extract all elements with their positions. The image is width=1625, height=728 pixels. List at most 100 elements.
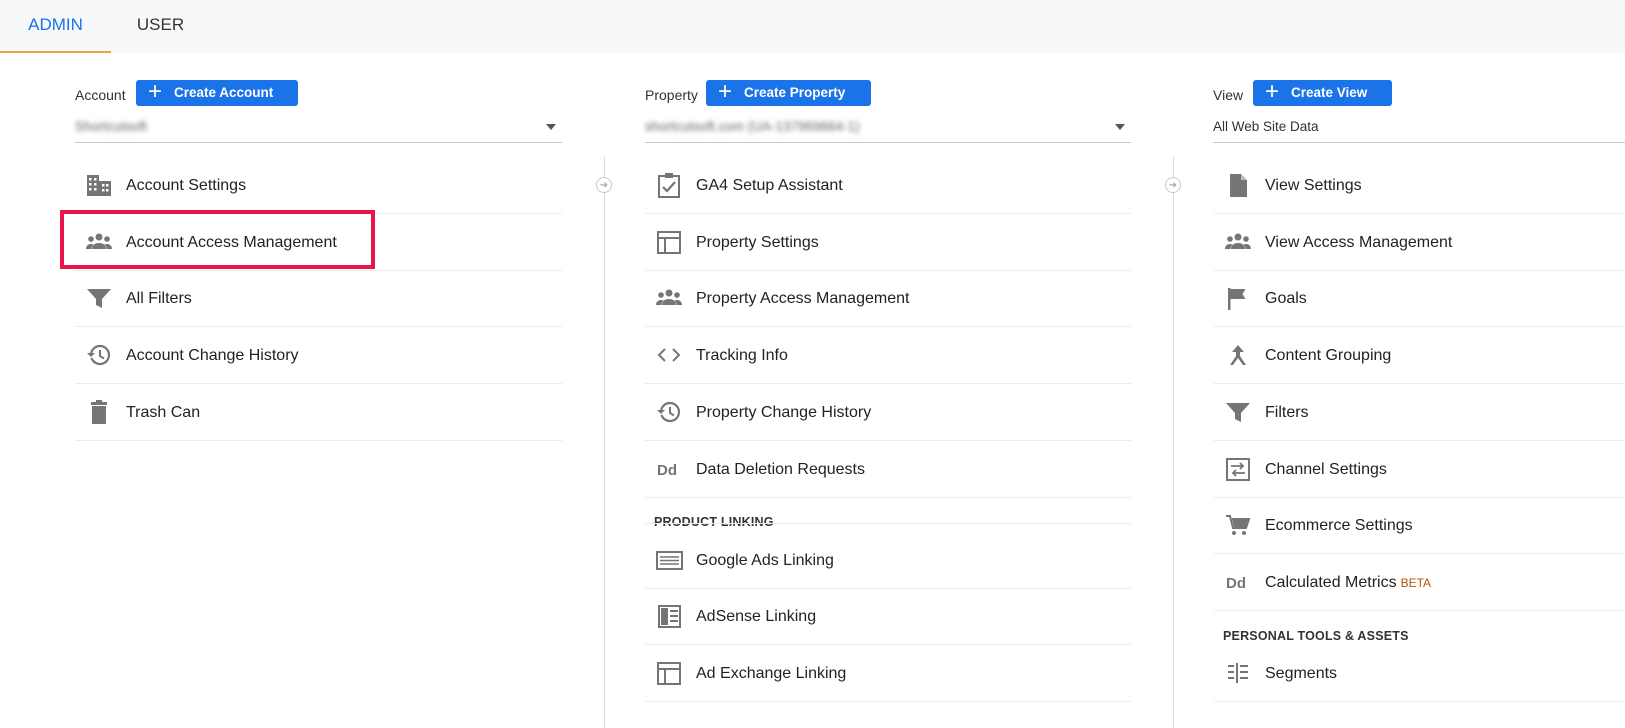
filter-icon [85,285,111,311]
column-divider [1173,157,1174,728]
menu-item-label: Filters [1265,404,1309,421]
menu-item-property-access-management[interactable]: Property Access Management [645,270,1131,327]
filter-icon [1224,399,1250,425]
property-selector[interactable]: shortcutsoft.com (UA-137969664-1) [645,116,1131,143]
menu-item-content-grouping[interactable]: Content Grouping [1214,327,1625,384]
menu-item-label: Segments [1265,665,1338,682]
view-selector[interactable]: All Web Site Data [1213,116,1625,143]
arrow-right-icon: ➜ [1165,177,1181,193]
svg-text:Dd: Dd [657,462,677,479]
menu-item-label: Property Settings [696,234,819,251]
beta-badge: BETA [1400,576,1432,590]
channel-icon [1224,456,1250,482]
menu-item-label: View Settings [1265,177,1362,194]
menu-item-label: Channel Settings [1265,461,1387,478]
menu-item-ga4-setup-assistant[interactable]: GA4 Setup Assistant [645,157,1131,214]
trash-icon [85,399,111,425]
history-icon [85,342,111,368]
create-account-label: Create Account [174,85,274,100]
menu-item-view-settings[interactable]: View Settings [1214,157,1625,214]
checklist-icon [655,172,681,198]
layout-icon [655,660,681,686]
adsense-icon [655,603,681,629]
property-selector-value: shortcutsoft.com (UA-137969664-1) [645,119,860,134]
menu-item-label: Tracking Info [696,347,788,364]
menu-item-ad-exchange-linking[interactable]: Ad Exchange Linking [645,645,1131,702]
plus-icon: + [718,78,733,105]
menu-item-adsense-linking[interactable]: AdSense Linking [645,588,1131,645]
menu-item-tracking-info[interactable]: Tracking Info [645,327,1131,384]
people-icon [655,285,682,311]
menu-item-channel-settings[interactable]: Channel Settings [1214,441,1625,498]
create-property-label: Create Property [744,85,846,100]
create-property-button[interactable]: + Create Property [706,80,871,106]
view-label: View [1213,87,1244,103]
menu-item-label: GA4 Setup Assistant [696,177,843,194]
create-view-button[interactable]: + Create View [1253,80,1392,106]
menu-item-trash-can[interactable]: Trash Can [75,384,562,441]
menu-item-label: AdSense Linking [696,608,817,625]
top-tab-bar: ADMIN USER [0,0,1625,53]
menu-item-google-ads-linking[interactable]: Google Ads Linking [645,532,1131,589]
svg-text:Dd: Dd [1226,575,1246,592]
create-account-button[interactable]: + Create Account [136,80,298,106]
menu-item-goals[interactable]: Goals [1214,270,1625,327]
menu-item-label: Account Settings [126,177,247,194]
segments-icon [1224,660,1250,686]
menu-item-data-deletion-requests[interactable]: Dd Data Deletion Requests [645,441,1131,498]
view-selector-value: All Web Site Data [1213,119,1319,134]
dd-icon: Dd [655,456,681,482]
section-divider [645,523,1131,524]
highlight-box [60,210,375,269]
menu-item-label: Content Grouping [1265,347,1392,364]
plus-icon: + [1265,78,1280,105]
section-title-product-linking: PRODUCT LINKING [654,515,774,529]
column-divider [604,157,605,728]
menu-item-filters[interactable]: Filters [1214,384,1625,441]
building-icon [85,172,111,198]
menu-item-label: Calculated Metrics BETA [1265,554,1431,612]
cart-icon [1224,512,1251,538]
flag-icon [1224,285,1250,311]
menu-item-segments[interactable]: Segments [1214,645,1625,702]
plus-icon: + [148,78,163,105]
menu-item-label: Property Access Management [696,290,910,307]
people-icon [1224,229,1251,255]
property-label: Property [645,87,698,103]
menu-item-all-filters[interactable]: All Filters [75,270,562,327]
account-label: Account [75,87,126,103]
menu-item-label: Goals [1265,290,1307,307]
chevron-down-icon [1115,124,1125,130]
account-selector[interactable]: Shortcutsoft [75,116,562,143]
menu-item-property-settings[interactable]: Property Settings [645,214,1131,271]
menu-item-label: Ad Exchange Linking [696,665,847,682]
ads-icon [655,547,683,573]
menu-item-label: Ecommerce Settings [1265,517,1413,534]
menu-item-calculated-metrics[interactable]: Dd Calculated Metrics BETA [1214,554,1625,611]
menu-item-label: Trash Can [126,404,201,421]
menu-item-label: All Filters [126,290,192,307]
section-title-personal-tools: PERSONAL TOOLS & ASSETS [1223,629,1409,643]
menu-item-account-settings[interactable]: Account Settings [75,157,562,214]
create-view-label: Create View [1291,85,1368,100]
history-icon [655,399,681,425]
menu-item-label: Data Deletion Requests [696,461,865,478]
document-icon [1224,172,1250,198]
menu-item-label: Google Ads Linking [696,552,834,569]
arrow-right-icon: ➜ [596,177,612,193]
merge-icon [1224,342,1250,368]
account-selector-value: Shortcutsoft [75,119,148,134]
menu-item-label: Property Change History [696,404,872,421]
menu-item-property-change-history[interactable]: Property Change History [645,384,1131,441]
menu-item-label: View Access Management [1265,234,1453,251]
menu-item-label: Account Change History [126,347,299,364]
menu-item-account-change-history[interactable]: Account Change History [75,327,562,384]
tab-user[interactable]: USER [111,0,210,53]
calculated-metrics-label: Calculated Metrics [1265,574,1397,591]
dd-icon: Dd [1224,569,1250,595]
menu-item-view-access-management[interactable]: View Access Management [1214,214,1625,271]
tab-admin[interactable]: ADMIN [0,0,111,53]
code-icon [655,342,681,368]
menu-item-ecommerce-settings[interactable]: Ecommerce Settings [1214,497,1625,554]
layout-icon [655,229,681,255]
